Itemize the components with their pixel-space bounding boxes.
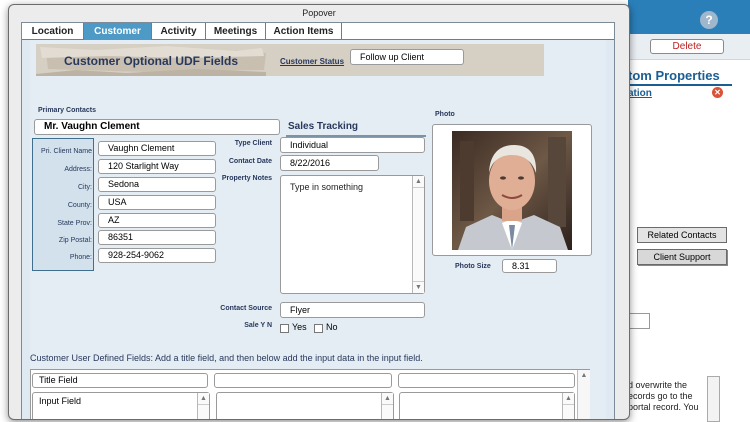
primary-contacts-label: Primary Contacts (38, 107, 96, 114)
photo-size-label: Photo Size (455, 263, 491, 270)
tab-meetings[interactable]: Meetings (206, 23, 266, 40)
pri-client-name-label: Pri. Client Name (41, 148, 92, 155)
scroll-up-icon[interactable]: ▲ (198, 393, 209, 405)
scroll-up-icon[interactable]: ▲ (413, 176, 424, 188)
udf-grid: Title Field Input Field ▲ ▲ ▲ ▲ (30, 369, 590, 419)
photo-frame[interactable] (432, 124, 592, 256)
background-input[interactable] (628, 313, 650, 329)
type-client-field[interactable]: Individual (280, 137, 425, 153)
state-prov-field[interactable]: AZ (98, 213, 216, 228)
phone-label: Phone: (69, 254, 92, 261)
address-label: Address: (64, 166, 92, 173)
background-text-line: portal record. You (628, 402, 699, 412)
customer-panel: Customer Optional UDF Fields Customer St… (30, 40, 606, 419)
property-notes-label: Property Notes (221, 175, 272, 182)
city-label: City: (78, 184, 92, 191)
property-notes-placeholder: Type in something (290, 182, 364, 192)
udf-title-field[interactable] (214, 373, 392, 388)
contact-source-label: Contact Source (220, 305, 272, 312)
udf-grid-scrollbar[interactable]: ▲ (577, 370, 590, 419)
udf-banner: Customer Optional UDF Fields Customer St… (36, 44, 544, 76)
sales-tracking-heading: Sales Tracking (288, 121, 359, 132)
phone-field[interactable]: 928-254-9062 (98, 248, 216, 263)
contact-photo (452, 131, 572, 250)
tab-action-items[interactable]: Action Items (266, 23, 342, 40)
county-label: County: (67, 202, 92, 209)
photo-size-field[interactable]: 8.31 (502, 259, 557, 273)
udf-title-field[interactable]: Title Field (32, 373, 208, 388)
sale-yes-label: Yes (292, 322, 307, 332)
related-contacts-button[interactable]: Related Contacts (637, 227, 727, 243)
client-support-button[interactable]: Client Support (637, 249, 727, 265)
background-subtab-link[interactable]: ation (628, 88, 652, 99)
udf-input-field[interactable]: ▲ (216, 392, 394, 419)
tab-location[interactable]: Location (22, 23, 84, 40)
background-text-line: ecords go to the (628, 391, 693, 401)
customer-status-field[interactable]: Follow up Client (350, 49, 464, 65)
zip-postal-field[interactable]: 86351 (98, 230, 216, 245)
tab-customer[interactable]: Customer (84, 23, 152, 40)
sale-no-checkbox[interactable] (314, 324, 323, 333)
sale-yn-label: Sale Y N (244, 322, 272, 329)
property-notes-textarea[interactable]: Type in something ▲ ▼ (280, 175, 425, 294)
udf-title-field[interactable] (398, 373, 575, 388)
scroll-up-icon[interactable]: ▲ (563, 393, 574, 405)
background-heading-rule (628, 84, 732, 86)
udf-caption: Customer User Defined Fields: Add a titl… (30, 353, 423, 363)
scroll-up-icon[interactable]: ▲ (382, 393, 393, 405)
udf-banner-title: Customer Optional UDF Fields (64, 54, 239, 68)
scroll-down-icon[interactable]: ▼ (413, 281, 424, 293)
county-field[interactable]: USA (98, 195, 216, 210)
pri-client-name-field[interactable]: Vaughn Clement (98, 141, 216, 156)
udf-input-field[interactable]: Input Field ▲ (32, 392, 210, 419)
close-icon[interactable]: ✕ (712, 87, 723, 98)
scroll-up-icon[interactable]: ▲ (578, 370, 590, 382)
sale-no-label: No (326, 322, 338, 332)
tab-activity[interactable]: Activity (152, 23, 206, 40)
property-notes-scrollbar[interactable]: ▲ ▼ (412, 176, 424, 293)
background-text-line: d overwrite the (628, 380, 688, 390)
delete-button[interactable]: Delete (650, 39, 724, 54)
udf-input-scrollbar[interactable]: ▲ (381, 393, 393, 419)
background-scrollbar[interactable] (707, 376, 720, 422)
photo-label: Photo (435, 111, 455, 118)
popover-title: Popover (302, 8, 336, 18)
udf-input-field[interactable]: ▲ (399, 392, 575, 419)
udf-input-scrollbar[interactable]: ▲ (562, 393, 574, 419)
state-prov-label: State Prov: (57, 220, 92, 227)
background-heading: tom Properties (628, 68, 720, 83)
tab-bar: Location Customer Activity Meetings Acti… (22, 23, 614, 40)
help-icon[interactable]: ? (700, 11, 718, 29)
contact-source-field[interactable]: Flyer (280, 302, 425, 318)
zip-postal-label: Zip Postal: (58, 237, 92, 244)
udf-input-scrollbar[interactable]: ▲ (197, 393, 209, 419)
primary-contact-field[interactable]: Mr. Vaughn Clement (34, 119, 280, 135)
customer-status-label[interactable]: Customer Status (280, 57, 344, 66)
address-field[interactable]: 120 Starlight Way (98, 159, 216, 174)
background-text: d overwrite the ecords go to the portal … (628, 380, 708, 422)
type-client-label: Type Client (234, 140, 272, 147)
udf-input-placeholder: Input Field (39, 396, 82, 406)
contact-date-field[interactable]: 8/22/2016 (280, 155, 379, 171)
popover-body: Location Customer Activity Meetings Acti… (21, 22, 615, 419)
popover-window: Popover Location Customer Activity Meeti… (8, 4, 630, 420)
sale-yes-checkbox[interactable] (280, 324, 289, 333)
city-field[interactable]: Sedona (98, 177, 216, 192)
background-top-bar (628, 0, 750, 34)
contact-date-label: Contact Date (228, 158, 272, 165)
